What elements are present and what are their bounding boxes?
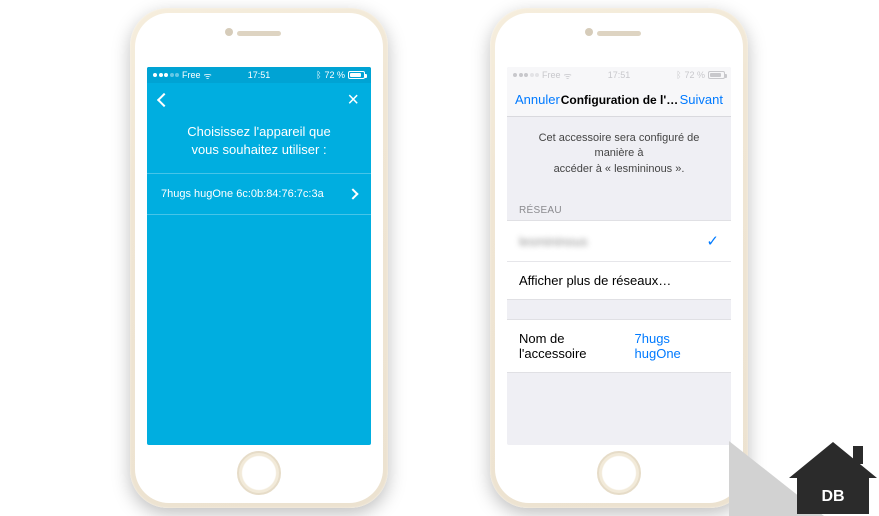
show-more-label: Afficher plus de réseaux… <box>519 273 671 288</box>
carrier-label: Free <box>542 70 561 80</box>
watermark-logo: DB <box>729 396 879 516</box>
carrier-label: Free <box>182 70 201 80</box>
checkmark-icon: ✓ <box>706 232 719 250</box>
status-bar: Free ᯤ 17:51 ᛒ 72 % <box>147 67 371 83</box>
show-more-networks-row[interactable]: Afficher plus de réseaux… <box>507 261 731 300</box>
nav-bar: × <box>147 83 371 117</box>
section-header-network: RÉSEAU <box>507 201 731 220</box>
bluetooth-icon: ᛒ <box>316 70 321 80</box>
instruction-text: Choisissez l'appareil que vous souhaitez… <box>147 117 371 173</box>
battery-icon <box>708 71 725 79</box>
close-button[interactable]: × <box>347 90 359 110</box>
page-title: Configuration de l'acces… <box>561 93 679 107</box>
next-button[interactable]: Suivant <box>680 92 723 107</box>
accessory-name-row[interactable]: Nom de l'accessoire 7hugs hugOne <box>507 319 731 373</box>
device-list-item[interactable]: 7hugs hugOne 6c:0b:84:76:7c:3a <box>147 173 371 215</box>
status-bar: Free ᯤ 17:51 ᛒ 72 % <box>507 67 731 83</box>
phone-camera <box>585 28 593 36</box>
phone-speaker <box>237 31 281 36</box>
device-name-label: 7hugs hugOne 6c:0b:84:76:7c:3a <box>161 188 324 200</box>
signal-dots-icon <box>513 73 539 77</box>
watermark-text: DB <box>821 488 844 506</box>
battery-icon <box>348 71 365 79</box>
phone-camera <box>225 28 233 36</box>
phone-device-left: Free ᯤ 17:51 ᛒ 72 % × Choisissez l'appar… <box>130 8 388 508</box>
app-screen-right: Free ᯤ 17:51 ᛒ 72 % Annuler Configuratio… <box>507 67 731 445</box>
battery-pct-label: 72 % <box>684 70 705 80</box>
chevron-right-icon <box>347 189 358 200</box>
bluetooth-icon: ᛒ <box>676 70 681 80</box>
phone-device-right: Free ᯤ 17:51 ᛒ 72 % Annuler Configuratio… <box>490 8 748 508</box>
wifi-icon: ᯤ <box>564 69 572 82</box>
signal-dots-icon <box>153 73 179 77</box>
battery-pct-label: 72 % <box>324 70 345 80</box>
accessory-label: Nom de l'accessoire <box>519 331 635 361</box>
network-row-selected[interactable]: lesmininous ✓ <box>507 220 731 262</box>
config-message: Cet accessoire sera configuré de manière… <box>507 117 731 201</box>
cancel-button[interactable]: Annuler <box>515 92 560 107</box>
back-button[interactable] <box>157 93 171 107</box>
home-button[interactable] <box>597 451 641 495</box>
app-screen-left: Free ᯤ 17:51 ᛒ 72 % × Choisissez l'appar… <box>147 67 371 445</box>
clock-label: 17:51 <box>248 70 271 80</box>
accessory-value: 7hugs hugOne <box>635 331 719 361</box>
home-button[interactable] <box>237 451 281 495</box>
phone-speaker <box>597 31 641 36</box>
wifi-icon: ᯤ <box>204 69 212 82</box>
nav-bar: Annuler Configuration de l'acces… Suivan… <box>507 83 731 117</box>
clock-label: 17:51 <box>608 70 631 80</box>
network-name-label: lesmininous <box>519 234 588 249</box>
